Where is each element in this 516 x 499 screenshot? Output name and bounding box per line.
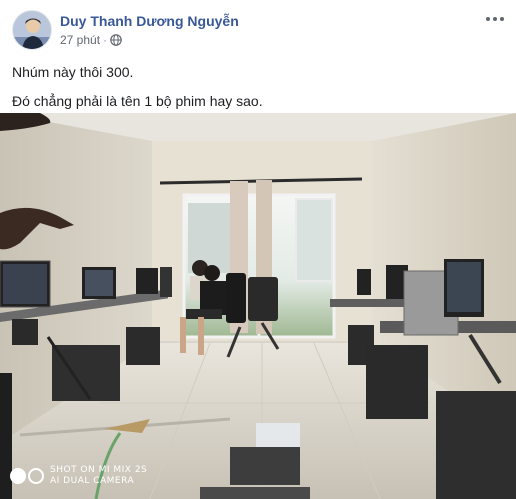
author-avatar[interactable] — [12, 10, 52, 50]
post-header: Duy Thanh Dương Nguyễn 27 phút · — [12, 10, 506, 52]
post-line-2: Đó chẳng phải là tên 1 bộ phim hay sao. — [12, 93, 263, 109]
more-options-icon[interactable] — [484, 12, 506, 26]
globe-icon[interactable] — [110, 34, 122, 46]
dual-camera-icon — [10, 468, 44, 484]
watermark-text: SHOT ON MI MIX 2S AI DUAL CAMERA — [50, 465, 147, 487]
post-timestamp[interactable]: 27 phút — [60, 33, 100, 47]
author-name-link[interactable]: Duy Thanh Dương Nguyễn — [60, 13, 239, 29]
post-line-1: Nhúm này thôi 300. — [12, 64, 134, 80]
post-message: Nhúm này thôi 300. Đó chẳng phải là tên … — [12, 62, 506, 120]
watermark-line-1: SHOT ON MI MIX 2S — [50, 465, 148, 475]
meta-separator: · — [103, 33, 108, 47]
post-meta: 27 phút · — [60, 33, 122, 47]
camera-watermark: SHOT ON MI MIX 2S AI DUAL CAMERA — [10, 465, 147, 487]
watermark-line-2: AI DUAL CAMERA — [50, 476, 135, 486]
facebook-post: Duy Thanh Dương Nguyễn 27 phút · Nhúm nà… — [0, 0, 516, 499]
post-photo[interactable]: SHOT ON MI MIX 2S AI DUAL CAMERA — [0, 113, 516, 499]
office-room-photo — [0, 113, 516, 499]
avatar-image — [13, 11, 51, 49]
